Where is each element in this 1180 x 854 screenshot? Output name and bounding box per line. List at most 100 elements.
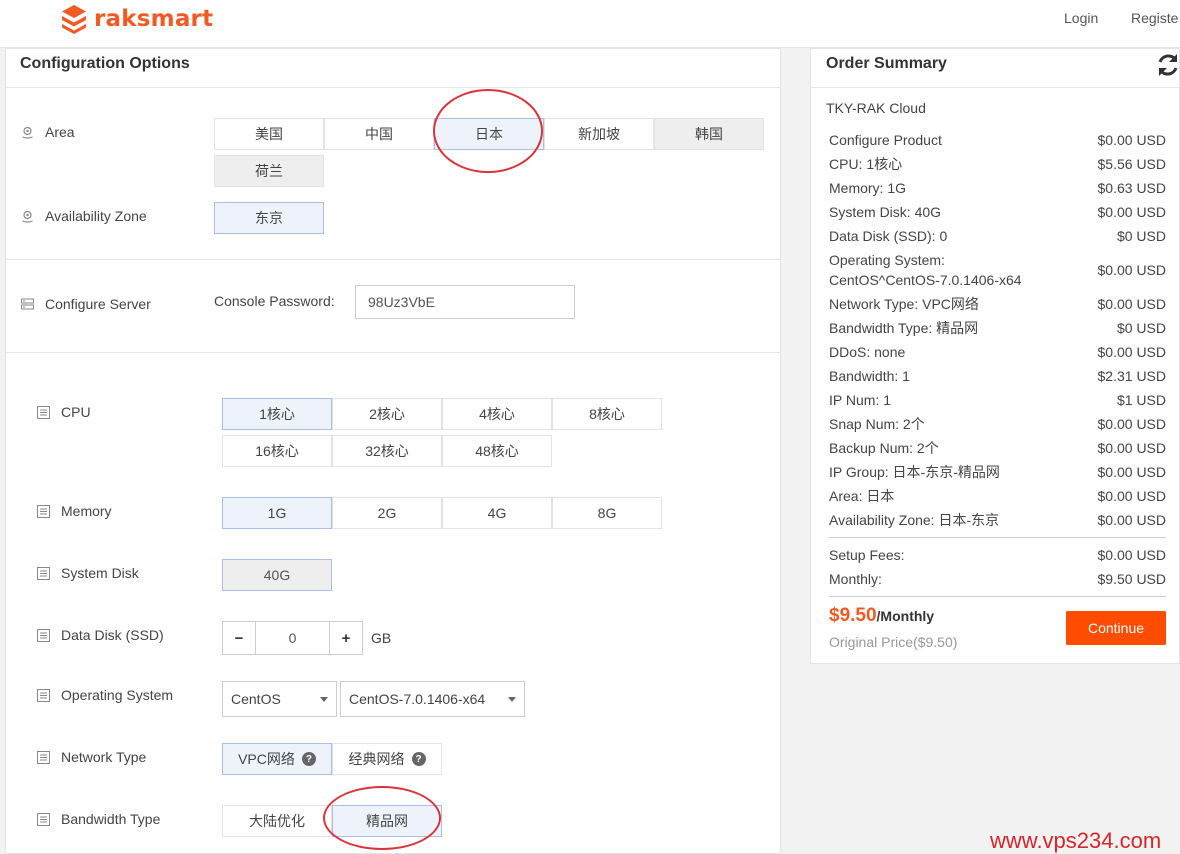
summary-line-value: $0.00 USD [1097,262,1166,278]
server-label-row: Configure Server [21,296,151,312]
monthly-line: Monthly: $9.50 USD [829,569,1166,589]
summary-line-value: $0.00 USD [1097,344,1166,360]
raksmart-logo-icon [62,5,86,34]
cpu-option-8[interactable]: 8核心 [552,398,662,430]
zone-label: Availability Zone [45,208,147,224]
area-option-sg[interactable]: 新加坡 [544,118,654,150]
list-icon [37,688,50,702]
area-option-nl[interactable]: 荷兰 [214,155,324,187]
summary-line-label: Configure Product [829,132,942,148]
summary-line-value: $0.00 USD [1097,204,1166,220]
zone-option-tokyo[interactable]: 东京 [214,202,324,234]
summary-line-label: Network Type: VPC网络 [829,296,979,312]
raksmart-logo[interactable]: raksmart [60,4,213,34]
os-version-select[interactable]: CentOS-7.0.1406-x64 [340,681,525,717]
area-option-kr[interactable]: 韩国 [654,118,764,150]
list-icon [37,566,50,580]
system-disk-label: System Disk [61,565,139,581]
os-family-value: CentOS [231,691,281,707]
continue-button[interactable]: Continue [1066,611,1166,645]
network-option-classic-label: 经典网络 [348,751,405,767]
bandwidth-type-label-row: Bandwidth Type [37,811,160,827]
summary-line-value: $0.00 USD [1097,416,1166,432]
cpu-option-48[interactable]: 48核心 [442,435,552,467]
summary-line-label: System Disk: 40G [829,204,942,220]
memory-option-2g[interactable]: 2G [332,497,442,529]
network-option-vpc[interactable]: VPC网络 ? [222,743,332,775]
area-label-row: Area [21,124,75,140]
data-disk-minus-button[interactable]: − [222,621,256,655]
setup-fees-line: Setup Fees: $0.00 USD [829,545,1166,565]
summary-line-value: $0.63 USD [1097,180,1166,196]
summary-line-label: Data Disk (SSD): 0 [829,228,948,244]
help-icon[interactable]: ? [301,752,316,766]
os-family-select[interactable]: CentOS [222,681,337,717]
memory-option-8g[interactable]: 8G [552,497,662,529]
list-icon [37,405,50,419]
cpu-option-32[interactable]: 32核心 [332,435,442,467]
cpu-label: CPU [61,404,91,420]
login-link[interactable]: Login [1064,10,1098,26]
system-disk-option-40g[interactable]: 40G [222,559,332,591]
summary-line-label: Availability Zone: 日本-东京 [829,512,1000,528]
summary-line-label: DDoS: none [829,344,906,360]
summary-line-value: $0 USD [1116,228,1166,244]
data-disk-label-row: Data Disk (SSD) [37,627,164,643]
setup-fees-value: $0.00 USD [1097,547,1166,563]
cpu-option-16[interactable]: 16核心 [222,435,332,467]
configuration-title: Configuration Options [20,55,190,72]
original-price: Original Price($9.50) [829,634,958,650]
chevron-down-icon [508,697,516,702]
bandwidth-option-premium[interactable]: 精品网 [332,805,442,837]
product-name: TKY-RAK Cloud [826,100,926,116]
memory-option-1g[interactable]: 1G [222,497,332,529]
data-disk-label: Data Disk (SSD) [61,627,164,643]
summary-line-value: $1 USD [1116,392,1166,408]
summary-line: Snap Num: 2个 $0.00 USD [829,414,1166,434]
summary-divider [829,596,1166,597]
summary-line: Memory: 1G $0.63 USD [829,178,1166,198]
network-option-classic[interactable]: 经典网络 ? [332,743,442,775]
divider [6,87,780,88]
total-price: $9.50/Monthly [829,605,934,627]
data-disk-value-input[interactable]: 0 [256,621,329,655]
summary-line-value: $2.31 USD [1097,368,1166,384]
summary-line-value: $5.56 USD [1097,156,1166,172]
cpu-option-2[interactable]: 2核心 [332,398,442,430]
summary-line-label: IP Group: 日本-东京-精品网 [829,464,1000,480]
summary-line-value: $0.00 USD [1097,296,1166,312]
refresh-icon[interactable] [1156,52,1180,78]
data-disk-plus-button[interactable]: + [329,621,363,655]
memory-option-4g[interactable]: 4G [442,497,552,529]
console-password-label: Console Password: [214,293,335,309]
summary-line-value: $0.00 USD [1097,512,1166,528]
monthly-label: Monthly: [829,571,882,587]
summary-divider [829,537,1166,538]
server-icon [21,298,34,309]
bandwidth-type-label: Bandwidth Type [61,811,161,827]
console-password-input[interactable]: 98Uz3VbE [355,285,575,319]
cpu-option-1[interactable]: 1核心 [222,398,332,430]
area-label: Area [45,124,75,140]
summary-line-value: $0.00 USD [1097,440,1166,456]
bandwidth-option-mainland[interactable]: 大陆优化 [222,805,332,837]
summary-line-value: $0.00 USD [1097,488,1166,504]
divider [6,259,780,260]
help-icon[interactable]: ? [411,752,426,766]
summary-line-label: Backup Num: 2个 [829,440,939,456]
register-link[interactable]: Registe [1131,10,1178,26]
area-option-cn[interactable]: 中国 [324,118,434,150]
order-summary-title: Order Summary [826,55,947,72]
summary-line: Network Type: VPC网络 $0.00 USD [829,294,1166,314]
monthly-value: $9.50 USD [1097,571,1166,587]
summary-line: Bandwidth: 1 $2.31 USD [829,366,1166,386]
cpu-option-4[interactable]: 4核心 [442,398,552,430]
summary-line: Bandwidth Type: 精品网 $0 USD [829,318,1166,338]
summary-line-value: $0.00 USD [1097,132,1166,148]
area-option-us[interactable]: 美国 [214,118,324,150]
area-option-jp[interactable]: 日本 [434,118,544,150]
network-label-row: Network Type [37,749,146,765]
summary-line-label: Area: 日本 [829,488,895,504]
divider [6,352,780,353]
total-price-amount: $9.50 [829,605,877,626]
